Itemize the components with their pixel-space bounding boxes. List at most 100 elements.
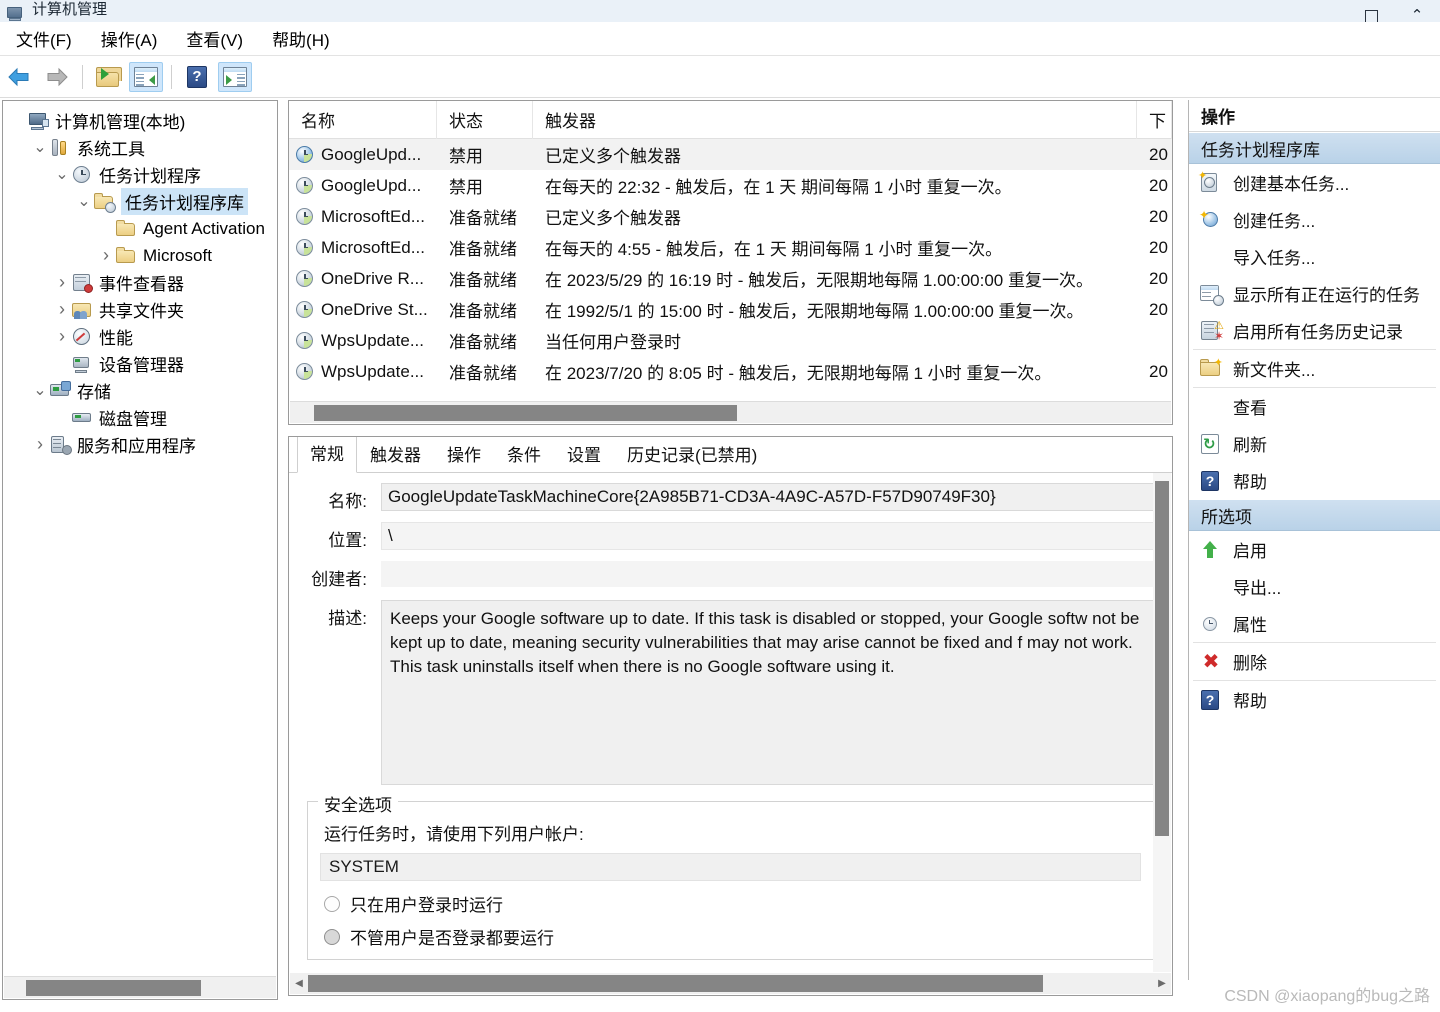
menu-file[interactable]: 文件(F) bbox=[3, 24, 85, 53]
column-header-1[interactable]: 状态 bbox=[437, 101, 533, 139]
action-help-selected[interactable]: ? 帮助 bbox=[1189, 681, 1440, 718]
tree-agent-activation[interactable]: Agent Activation bbox=[3, 215, 277, 242]
task-list-row[interactable]: OneDrive R... 准备就绪 在 2023/5/29 的 16:19 时 -… bbox=[289, 263, 1172, 294]
task-list-horizontal-scrollbar[interactable] bbox=[290, 401, 1171, 423]
detail-vertical-scrollbar[interactable] bbox=[1153, 473, 1171, 972]
tab-general[interactable]: 常规 bbox=[297, 437, 357, 473]
help-button[interactable]: ? bbox=[180, 62, 214, 92]
chevron-down-icon[interactable]: ⌄ bbox=[75, 193, 93, 211]
detail-hscroll-trough[interactable] bbox=[308, 975, 1153, 992]
back-button[interactable] bbox=[2, 62, 36, 92]
chevron-right-icon[interactable]: › bbox=[97, 245, 115, 265]
computer-icon bbox=[27, 111, 49, 131]
tree-scroll-thumb[interactable] bbox=[26, 980, 201, 996]
tree-performance[interactable]: › 性能 bbox=[3, 323, 277, 350]
tree-system-tools[interactable]: ⌄ 系统工具 bbox=[3, 134, 277, 161]
detail-hscroll-thumb[interactable] bbox=[308, 975, 1043, 992]
chevron-down-icon[interactable]: ⌄ bbox=[31, 382, 49, 400]
action-properties[interactable]: 属性 bbox=[1189, 605, 1440, 642]
action-view[interactable]: 查看 bbox=[1189, 388, 1440, 425]
task-list-row[interactable]: WpsUpdate... 准备就绪 在 2023/7/20 的 8:05 时 - 触… bbox=[289, 356, 1172, 387]
column-header-0[interactable]: 名称 bbox=[289, 101, 437, 139]
task-next-run-cell: 20 bbox=[1149, 175, 1168, 195]
action-create-basic-task[interactable]: ✦ 创建基本任务... bbox=[1189, 164, 1440, 201]
refresh-icon: ↻ bbox=[1199, 433, 1223, 455]
console-tree-panel: 计算机管理(本地) ⌄ 系统工具 ⌄ 任务计划程序 ⌄ 任务计划程序库 Agent Activ… bbox=[2, 100, 278, 1000]
task-list-row[interactable]: MicrosoftEd... 准备就绪 已定义多个触发器 20 bbox=[289, 201, 1172, 232]
tab-settings[interactable]: 设置 bbox=[554, 437, 614, 473]
radio-run-whether-logged-on-or-not[interactable]: 不管用户是否登录都要运行 bbox=[324, 924, 1141, 949]
action-item-label: 删除 bbox=[1233, 654, 1267, 673]
tree-horizontal-scrollbar[interactable] bbox=[4, 976, 276, 998]
task-name-cell: OneDrive St... bbox=[289, 294, 437, 325]
name-value[interactable]: GoogleUpdateTaskMachineCore{2A985B71-CD3… bbox=[381, 483, 1154, 511]
tree-task-scheduler-library[interactable]: ⌄ 任务计划程序库 bbox=[3, 188, 277, 215]
tree-task-scheduler[interactable]: ⌄ 任务计划程序 bbox=[3, 161, 277, 188]
task-next-run-cell: 20 bbox=[1149, 206, 1168, 226]
detail-vscroll-thumb[interactable] bbox=[1155, 481, 1169, 836]
task-list-row[interactable]: GoogleUpd... 禁用 已定义多个触发器 20 bbox=[289, 139, 1172, 170]
tree-disk-management[interactable]: 磁盘管理 bbox=[3, 404, 277, 431]
menu-action[interactable]: 操作(A) bbox=[88, 24, 171, 53]
tree-storage[interactable]: ⌄ 存储 bbox=[3, 377, 277, 404]
column-header-3[interactable]: 下 bbox=[1137, 101, 1172, 139]
action-show-running-tasks[interactable]: 显示所有正在运行的任务 bbox=[1189, 275, 1440, 312]
tab-actions[interactable]: 操作 bbox=[434, 437, 494, 473]
chevron-right-icon[interactable]: › bbox=[31, 434, 49, 454]
tree-device-manager[interactable]: 设备管理器 bbox=[3, 350, 277, 377]
maximize-button[interactable] bbox=[1348, 0, 1394, 22]
task-status-cell: 准备就绪 bbox=[449, 209, 517, 228]
show-hide-action-pane-button[interactable] bbox=[218, 61, 252, 92]
forward-button[interactable] bbox=[40, 62, 74, 92]
scroll-left-arrow-icon[interactable]: ◀ bbox=[290, 978, 308, 989]
task-trigger-cell: 已定义多个触发器 bbox=[545, 147, 681, 166]
chevron-down-icon[interactable]: ⌄ bbox=[53, 166, 71, 184]
tab-conditions[interactable]: 条件 bbox=[494, 437, 554, 473]
tree-computer-management[interactable]: 计算机管理(本地) bbox=[3, 107, 277, 134]
action-new-folder[interactable]: ✦ 新文件夹... bbox=[1189, 350, 1440, 387]
menu-help[interactable]: 帮助(H) bbox=[259, 24, 343, 53]
help-icon: ? bbox=[1199, 689, 1223, 711]
task-list-row[interactable]: MicrosoftEd... 准备就绪 在每天的 4:55 - 触发后，在 1 天 … bbox=[289, 232, 1172, 263]
menu-view[interactable]: 查看(V) bbox=[173, 24, 256, 53]
scroll-right-arrow-icon[interactable]: ▶ bbox=[1153, 978, 1171, 989]
task-name-cell: GoogleUpd... bbox=[289, 139, 437, 170]
action-create-task[interactable]: ✦ 创建任务... bbox=[1189, 201, 1440, 238]
description-value[interactable]: Keeps your Google software up to date. I… bbox=[381, 600, 1154, 785]
title-bar: 计算机管理 ⌃ bbox=[0, 0, 1440, 22]
action-delete[interactable]: ✖ 删除 bbox=[1189, 643, 1440, 680]
chevron-right-icon[interactable]: › bbox=[53, 299, 71, 319]
task-name-cell: GoogleUpd... bbox=[289, 170, 437, 201]
task-status-cell: 准备就绪 bbox=[449, 271, 517, 290]
task-list-row[interactable]: GoogleUpd... 禁用 在每天的 22:32 - 触发后，在 1 天 期间每… bbox=[289, 170, 1172, 201]
action-item-label: 刷新 bbox=[1233, 436, 1267, 455]
task-list-row[interactable]: OneDrive St... 准备就绪 在 1992/5/1 的 15:00 时 -… bbox=[289, 294, 1172, 325]
task-trigger-cell: 已定义多个触发器 bbox=[545, 209, 681, 228]
action-item-label: 显示所有正在运行的任务 bbox=[1233, 286, 1420, 305]
tree-event-viewer[interactable]: › 事件查看器 bbox=[3, 269, 277, 296]
chevron-right-icon[interactable]: › bbox=[53, 326, 71, 346]
tree-shared-folders[interactable]: › 共享文件夹 bbox=[3, 296, 277, 323]
help-icon: ? bbox=[1199, 470, 1223, 492]
radio-run-only-when-logged-on[interactable]: 只在用户登录时运行 bbox=[324, 891, 1141, 916]
detail-horizontal-scrollbar[interactable]: ◀ ▶ bbox=[290, 973, 1171, 994]
tab-history[interactable]: 历史记录(已禁用) bbox=[614, 437, 770, 473]
tab-triggers[interactable]: 触发器 bbox=[357, 437, 434, 473]
chevron-right-icon[interactable]: › bbox=[53, 272, 71, 292]
action-refresh[interactable]: ↻ 刷新 bbox=[1189, 425, 1440, 462]
task-list-row[interactable]: WpsUpdate... 准备就绪 当任何用户登录时 bbox=[289, 325, 1172, 356]
action-export[interactable]: 导出... bbox=[1189, 568, 1440, 605]
action-enable[interactable]: 启用 bbox=[1189, 531, 1440, 568]
task-list-scroll-thumb[interactable] bbox=[314, 405, 737, 421]
show-hide-tree-button[interactable] bbox=[129, 61, 163, 92]
up-folder-button[interactable] bbox=[91, 62, 125, 92]
action-import-task[interactable]: 导入任务... bbox=[1189, 238, 1440, 275]
task-detail-tabs: 常规 触发器 操作 条件 设置 历史记录(已禁用) bbox=[289, 437, 1172, 473]
column-header-2[interactable]: 触发器 bbox=[533, 101, 1137, 139]
close-button[interactable]: ⌃ bbox=[1394, 0, 1440, 23]
chevron-down-icon[interactable]: ⌄ bbox=[31, 139, 49, 157]
tree-microsoft[interactable]: › Microsoft bbox=[3, 242, 277, 269]
action-help[interactable]: ? 帮助 bbox=[1189, 462, 1440, 499]
action-enable-all-task-history[interactable]: ⚠ ✶ 启用所有任务历史记录 bbox=[1189, 312, 1440, 349]
tree-services-and-applications[interactable]: › 服务和应用程序 bbox=[3, 431, 277, 458]
